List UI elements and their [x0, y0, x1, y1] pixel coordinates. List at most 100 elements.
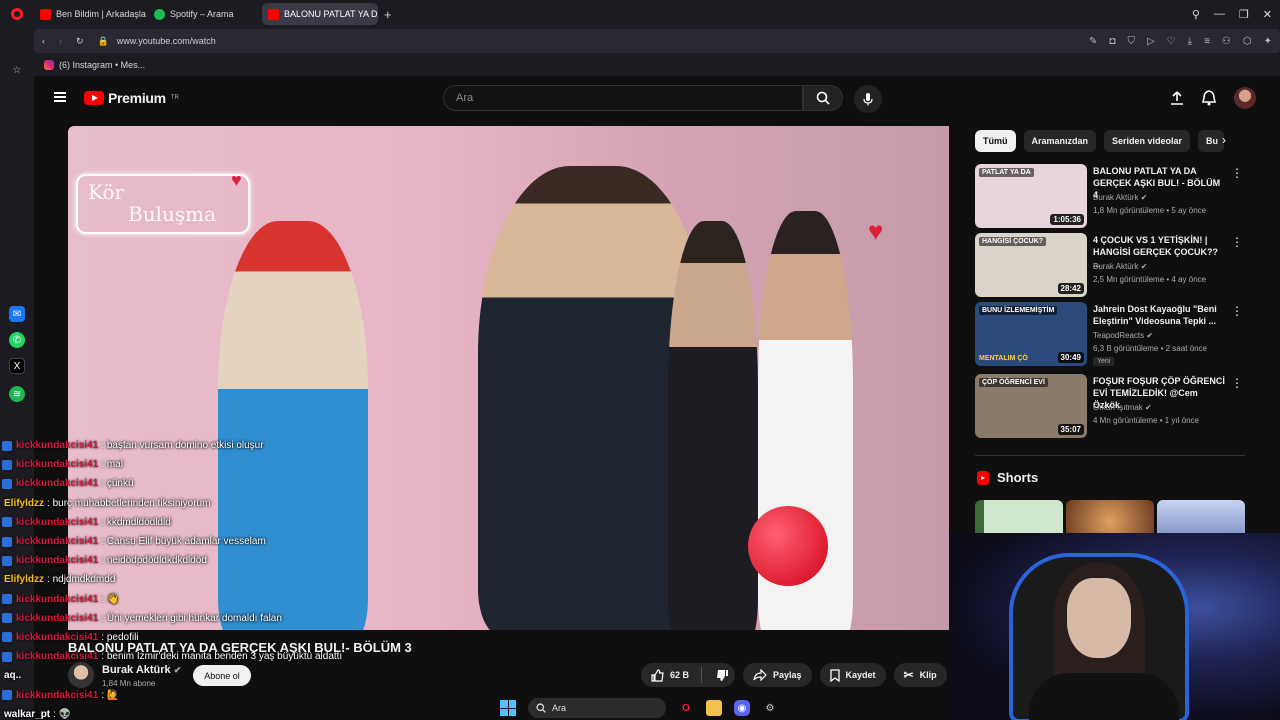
menu-icon[interactable]: ≡ — [1204, 36, 1210, 47]
spotify-icon[interactable]: ≋ — [9, 386, 25, 402]
shield-icon[interactable]: ⛉ — [1127, 36, 1135, 47]
tab-ben-bildim[interactable]: Ben Bildim | Arkadaşlarını.. — [34, 3, 146, 25]
channel-name[interactable]: Burak Aktürk ✔ — [1093, 193, 1147, 202]
kick-badge-icon — [2, 613, 12, 624]
messenger-icon[interactable]: ✉ — [9, 306, 25, 322]
search-tabs-icon[interactable]: ⚲ — [1192, 8, 1200, 21]
x-icon[interactable]: X — [9, 358, 25, 374]
settings-icon[interactable]: ⚙ — [762, 700, 778, 716]
like-button[interactable]: 62 B — [641, 663, 736, 687]
avatar[interactable] — [1234, 87, 1256, 109]
reload-icon[interactable]: ↻ — [76, 36, 84, 47]
kick-badge-icon — [2, 651, 12, 662]
mic-icon — [863, 93, 873, 106]
video-thumbnail[interactable]: PATLAT YA DA 1:05:36 — [975, 164, 1087, 228]
kick-badge-icon — [2, 517, 12, 528]
channel-name-text: Burak Aktürk — [1093, 262, 1139, 271]
play-icon[interactable]: ▷ — [1147, 36, 1155, 47]
more-options-icon[interactable]: ⋮ — [1231, 235, 1243, 249]
chip-series[interactable]: Seriden videolar — [1104, 130, 1191, 152]
thumb-caption: ÇÖP ÖĞRENCİ EVİ — [979, 378, 1048, 387]
share-button[interactable]: Paylaş — [743, 663, 812, 687]
search-button[interactable] — [803, 85, 843, 111]
video-thumbnail[interactable]: HANGİSİ ÇOCUK? 28:42 — [975, 233, 1087, 297]
url-text[interactable]: www.youtube.com/watch — [117, 36, 216, 46]
more-options-icon[interactable]: ⋮ — [1231, 166, 1243, 180]
minimize-icon[interactable]: — — [1214, 8, 1225, 20]
new-tab-icon[interactable]: + — [384, 7, 392, 22]
profile-icon[interactable]: ⚇ — [1222, 36, 1231, 47]
address-bar[interactable]: ‹ › ↻ 🔒 www.youtube.com/watch ✎ ◘ ⛉ ▷ ♡ … — [34, 29, 1280, 53]
tab-active-video[interactable]: BALONU PATLAT YA DA G ✕ — [262, 3, 378, 25]
menu-icon[interactable] — [54, 92, 66, 102]
opera-taskbar-icon[interactable]: O — [678, 700, 694, 716]
clip-button[interactable]: ✂ Klip — [893, 663, 947, 687]
youtube-logo[interactable]: Premium TR — [84, 90, 179, 106]
share-label: Paylaş — [773, 670, 802, 680]
upload-icon[interactable] — [1170, 91, 1184, 105]
verified-icon: ✔ — [173, 665, 182, 675]
folder-icon[interactable] — [706, 700, 722, 716]
tab-label: Ben Bildim | Arkadaşlarını.. — [56, 9, 146, 19]
ai-icon[interactable]: ✦ — [1264, 36, 1272, 47]
address-bar-row: ‹ › ↻ 🔒 www.youtube.com/watch ✎ ◘ ⛉ ▷ ♡ … — [0, 28, 1280, 54]
close-window-icon[interactable]: ✕ — [1263, 8, 1272, 21]
extensions-icon[interactable]: ⬡ — [1243, 36, 1252, 47]
short-thumbnail[interactable] — [1157, 500, 1245, 536]
save-label: Kaydet — [845, 670, 876, 680]
camera-icon[interactable]: ◘ — [1109, 36, 1115, 47]
recommended-video[interactable]: ÇÖP ÖĞRENCİ EVİ 35:07 FOŞUR FOŞUR ÇÖP ÖĞRE… — [975, 374, 1245, 438]
bell-icon[interactable] — [1202, 90, 1216, 106]
download-icon[interactable]: ⤓ — [1188, 36, 1192, 47]
back-icon[interactable]: ‹ — [42, 36, 45, 46]
channel-name[interactable]: Burak Aktürk ✔ — [1093, 262, 1147, 271]
chat-message: kickkundakcisi41: Üni yemekleri gibi hün… — [0, 609, 420, 628]
voice-search-button[interactable] — [854, 85, 882, 113]
thumb-caption: PATLAT YA DA — [979, 168, 1034, 177]
tab-spotify[interactable]: Spotify – Arama — [148, 3, 260, 25]
chip-all[interactable]: Tümü — [975, 130, 1016, 152]
video-thumbnail[interactable]: ÇÖP ÖĞRENCİ EVİ 35:07 — [975, 374, 1087, 438]
forward-icon[interactable]: › — [59, 36, 62, 46]
subscribe-button[interactable]: Abone ol — [193, 665, 251, 686]
bookmark-instagram[interactable]: (6) Instagram • Mes... — [59, 60, 145, 70]
short-thumbnail[interactable] — [1066, 500, 1154, 536]
video-duration: 28:42 — [1057, 283, 1084, 294]
more-options-icon[interactable]: ⋮ — [1231, 376, 1243, 390]
verified-icon: ✔ — [1146, 331, 1154, 340]
like-count: 62 B — [670, 670, 690, 680]
edit-icon[interactable]: ✎ — [1089, 36, 1097, 47]
channel-name[interactable]: Burak Aktürk ✔ — [102, 664, 181, 676]
whatsapp-icon[interactable]: ✆ — [9, 332, 25, 348]
recommended-video[interactable]: BUNU İZLEMEMİŞTİM MENTALIM ÇÖ 30:49 Jahrein… — [975, 302, 1245, 366]
channel-name[interactable]: TeapodReacts ✔ — [1093, 331, 1153, 340]
video-title[interactable]: Jahrein Dost Kayaoğlu "Beni Eleştirin" V… — [1093, 303, 1227, 327]
thumbs-down-icon[interactable] — [716, 669, 729, 682]
kick-badge-icon — [2, 459, 12, 470]
search-input[interactable]: Ara — [443, 85, 803, 111]
windows-start-icon[interactable] — [500, 700, 516, 716]
video-meta: 1,8 Mn görüntüleme • 5 ay önce — [1093, 206, 1207, 215]
star-icon[interactable]: ☆ — [9, 62, 25, 78]
save-button[interactable]: Kaydet — [819, 663, 886, 687]
chip-from-search[interactable]: Aramanızdan — [1023, 130, 1097, 152]
short-thumbnail[interactable] — [975, 500, 1063, 536]
video-thumbnail[interactable]: BUNU İZLEMEMİŞTİM MENTALIM ÇÖ 30:49 — [975, 302, 1087, 366]
maximize-icon[interactable]: ❐ — [1239, 8, 1249, 21]
discord-icon[interactable]: ◉ — [734, 700, 750, 716]
taskbar-search[interactable]: Ara — [528, 698, 666, 718]
channel-name[interactable]: Orkun Işıtmak ✔ — [1093, 403, 1152, 412]
recommended-video[interactable]: HANGİSİ ÇOCUK? 28:42 4 ÇOCUK VS 1 YETİŞKİN… — [975, 233, 1245, 297]
chevron-right-icon[interactable]: › — [1222, 133, 1226, 147]
channel-avatar[interactable] — [68, 662, 94, 688]
shorts-label: Shorts — [997, 470, 1039, 485]
man-background — [668, 221, 758, 630]
chat-message: Elifyldzz: burç muhabbetlerinden tiksini… — [0, 494, 420, 513]
recommended-video[interactable]: PATLAT YA DA 1:05:36 BALONU PATLAT YA DA G… — [975, 164, 1245, 228]
opera-logo-icon[interactable] — [0, 0, 34, 28]
more-options-icon[interactable]: ⋮ — [1231, 304, 1243, 318]
chip-this[interactable]: Bu — [1198, 130, 1225, 152]
heart-icon[interactable]: ♡ — [1167, 36, 1176, 47]
chat-username: kickkundakcisi41 — [16, 612, 99, 624]
youtube-favicon-icon — [268, 8, 279, 20]
